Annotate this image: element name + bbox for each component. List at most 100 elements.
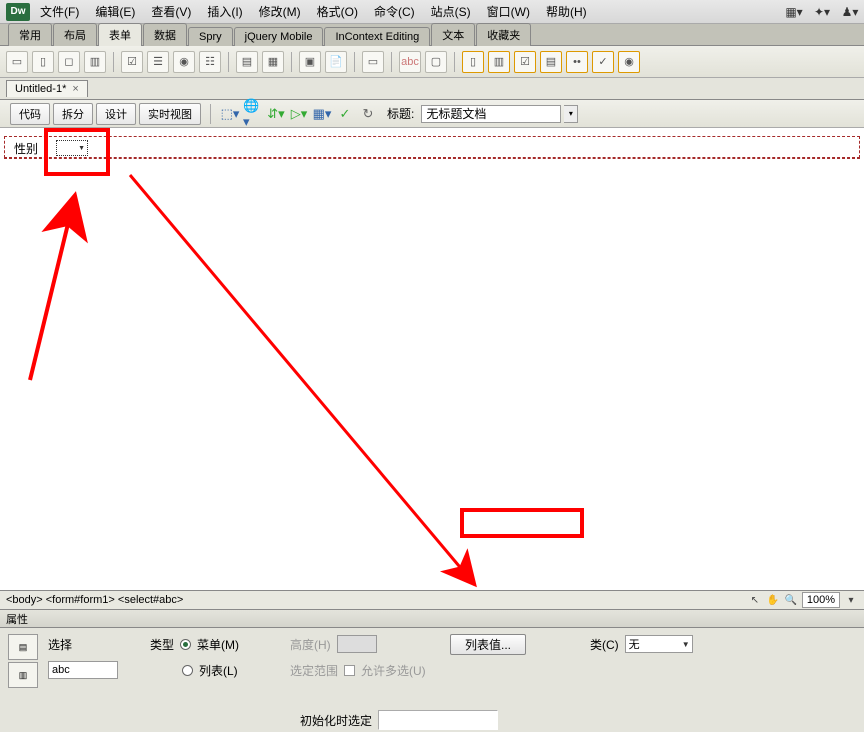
document-tab[interactable]: Untitled-1* ×	[6, 80, 88, 97]
zoom-tool-icon[interactable]: 🔍	[784, 593, 798, 607]
radio-menu-label: 菜单(M)	[197, 636, 239, 653]
menu-modify[interactable]: 修改(M)	[253, 1, 307, 22]
cat-tab-layout[interactable]: 布局	[53, 23, 97, 46]
toolbar-separator	[113, 52, 114, 72]
spry-password-icon[interactable]: ••	[566, 51, 588, 73]
field-label-gender: 性别	[14, 140, 38, 157]
document-tab-label: Untitled-1*	[15, 83, 66, 95]
radio-menu[interactable]	[180, 639, 191, 650]
menu-format[interactable]: 格式(O)	[311, 1, 364, 22]
radio-icon[interactable]: ◉	[173, 51, 195, 73]
properties-header[interactable]: 属性	[0, 610, 864, 628]
title-label: 标题:	[387, 105, 414, 122]
class-combo[interactable]: 无	[625, 635, 693, 653]
select-icon[interactable]: ▤	[236, 51, 258, 73]
id-input[interactable]	[48, 661, 118, 679]
browser-preview-icon[interactable]: 🌐▾	[243, 104, 263, 124]
hidden-icon[interactable]: ◻	[58, 51, 80, 73]
height-label: 高度(H)	[290, 636, 331, 653]
checkbox-group-icon[interactable]: ☰	[147, 51, 169, 73]
spry-radio-icon[interactable]: ◉	[618, 51, 640, 73]
menu-help[interactable]: 帮助(H)	[540, 1, 593, 22]
menu-file[interactable]: 文件(F)	[34, 1, 85, 22]
spry-checkbox-icon[interactable]: ☑	[514, 51, 536, 73]
preview-icon[interactable]: ▷▾	[289, 104, 309, 124]
property-inspector-icon2: ▥	[8, 662, 38, 688]
properties-panel-row2: 初始化时选定	[0, 708, 864, 732]
label-icon[interactable]: abc	[399, 51, 421, 73]
range-label: 选定范围	[290, 662, 338, 679]
cat-tab-jquery[interactable]: jQuery Mobile	[234, 27, 324, 46]
spry-select-icon[interactable]: ▤	[540, 51, 562, 73]
cat-tab-data[interactable]: 数据	[143, 23, 187, 46]
properties-panel: ▤ ▥ 选择 类型 菜单(M) 列表(L) 高度(H) 选定范围 允许多选(U)	[0, 628, 864, 708]
view-split-button[interactable]: 拆分	[53, 103, 93, 125]
multi-label: 允许多选(U)	[361, 662, 426, 679]
refresh-icon[interactable]: ↻	[358, 104, 378, 124]
textfield-icon[interactable]: ▯	[32, 51, 54, 73]
close-icon[interactable]: ×	[72, 83, 78, 95]
view-design-button[interactable]: 设计	[96, 103, 136, 125]
insert-category-tabs: 常用 布局 表单 数据 Spry jQuery Mobile InContext…	[0, 24, 864, 46]
cat-tab-ice[interactable]: InContext Editing	[324, 27, 430, 46]
zoom-dropdown-icon[interactable]: ▾	[844, 593, 858, 607]
extend-icon[interactable]: ✦▾	[814, 4, 830, 20]
validate-icon[interactable]: ✓	[335, 104, 355, 124]
radio-list-label: 列表(L)	[199, 662, 238, 679]
menu-site[interactable]: 站点(S)	[425, 1, 477, 22]
visual-aids-icon[interactable]: ▦▾	[312, 104, 332, 124]
jump-menu-icon[interactable]: ▦	[262, 51, 284, 73]
init-select-input[interactable]	[378, 710, 498, 730]
image-field-icon[interactable]: ▣	[299, 51, 321, 73]
list-values-button[interactable]: 列表值...	[450, 634, 526, 655]
cat-tab-fav[interactable]: 收藏夹	[476, 23, 531, 46]
title-dropdown-icon[interactable]: ▾	[564, 105, 578, 123]
view-toolbar: 代码 拆分 设计 实时视图 ⬚▾ 🌐▾ ⇵▾ ▷▾ ▦▾ ✓ ↻ 标题: ▾	[0, 100, 864, 128]
server-debug-icon[interactable]: ⬚▾	[220, 104, 240, 124]
fieldset-icon[interactable]: ▢	[425, 51, 447, 73]
site-icon[interactable]: ♟▾	[842, 4, 858, 20]
view-live-button[interactable]: 实时视图	[139, 103, 201, 125]
tag-path[interactable]: <body> <form#form1> <select#abc>	[6, 594, 183, 606]
view-code-button[interactable]: 代码	[10, 103, 50, 125]
multi-checkbox	[344, 665, 355, 676]
menu-commands[interactable]: 命令(C)	[368, 1, 421, 22]
select-label: 选择	[48, 636, 72, 653]
textarea-icon[interactable]: ▥	[84, 51, 106, 73]
hand-tool-icon[interactable]: ✋	[766, 593, 780, 607]
cat-tab-common[interactable]: 常用	[8, 23, 52, 46]
design-canvas[interactable]: 性别	[0, 128, 864, 590]
title-input[interactable]	[421, 105, 561, 123]
spry-textarea-icon[interactable]: ▥	[488, 51, 510, 73]
cat-tab-spry[interactable]: Spry	[188, 27, 233, 46]
radio-list[interactable]	[182, 665, 193, 676]
form-dashed-outline-bottom	[4, 158, 860, 159]
button-icon[interactable]: ▭	[362, 51, 384, 73]
toolbar-separator	[354, 52, 355, 72]
file-field-icon[interactable]: 📄	[325, 51, 347, 73]
init-select-label: 初始化时选定	[300, 712, 372, 729]
select-tool-icon[interactable]: ↖	[748, 593, 762, 607]
menu-insert[interactable]: 插入(I)	[201, 1, 248, 22]
form-icon[interactable]: ▭	[6, 51, 28, 73]
file-mgmt-icon[interactable]: ⇵▾	[266, 104, 286, 124]
toolbar-separator	[291, 52, 292, 72]
cat-tab-forms[interactable]: 表单	[98, 23, 142, 46]
checkbox-icon[interactable]: ☑	[121, 51, 143, 73]
height-input	[337, 635, 377, 653]
property-inspector-icon: ▤	[8, 634, 38, 660]
form-dashed-outline	[4, 136, 860, 158]
toolbar-separator	[228, 52, 229, 72]
menu-window[interactable]: 窗口(W)	[481, 1, 536, 22]
spry-text-icon[interactable]: ▯	[462, 51, 484, 73]
toolbar-separator	[391, 52, 392, 72]
menu-view[interactable]: 查看(V)	[145, 1, 197, 22]
forms-toolbar: ▭ ▯ ◻ ▥ ☑ ☰ ◉ ☷ ▤ ▦ ▣ 📄 ▭ abc ▢ ▯ ▥ ☑ ▤ …	[0, 46, 864, 78]
radio-group-icon[interactable]: ☷	[199, 51, 221, 73]
cat-tab-text[interactable]: 文本	[431, 23, 475, 46]
menu-edit[interactable]: 编辑(E)	[89, 1, 141, 22]
spry-confirm-icon[interactable]: ✓	[592, 51, 614, 73]
toolbar-separator	[210, 104, 211, 124]
zoom-level[interactable]: 100%	[802, 592, 840, 608]
layout-icon[interactable]: ▦▾	[786, 4, 802, 20]
